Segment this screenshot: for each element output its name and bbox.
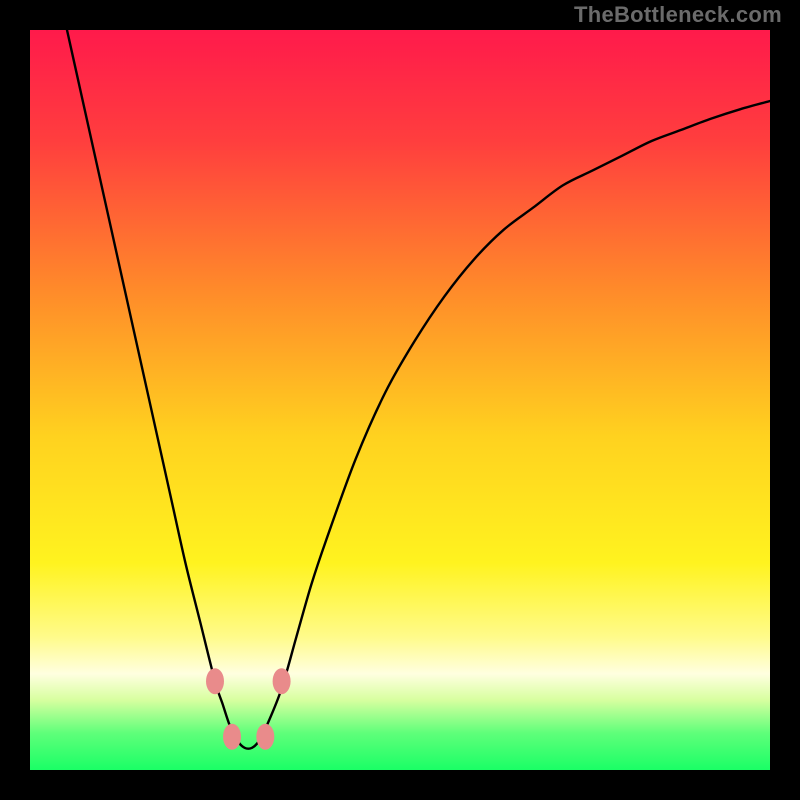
marker-right-lower [256, 724, 274, 750]
marker-left-upper [206, 668, 224, 694]
bottleneck-curve [67, 30, 770, 749]
plot-area [30, 30, 770, 770]
watermark-text: TheBottleneck.com [574, 2, 782, 28]
chart-frame: TheBottleneck.com [0, 0, 800, 800]
markers-group [206, 668, 291, 750]
marker-right-upper [273, 668, 291, 694]
marker-left-lower [223, 724, 241, 750]
curve-layer [30, 30, 770, 770]
